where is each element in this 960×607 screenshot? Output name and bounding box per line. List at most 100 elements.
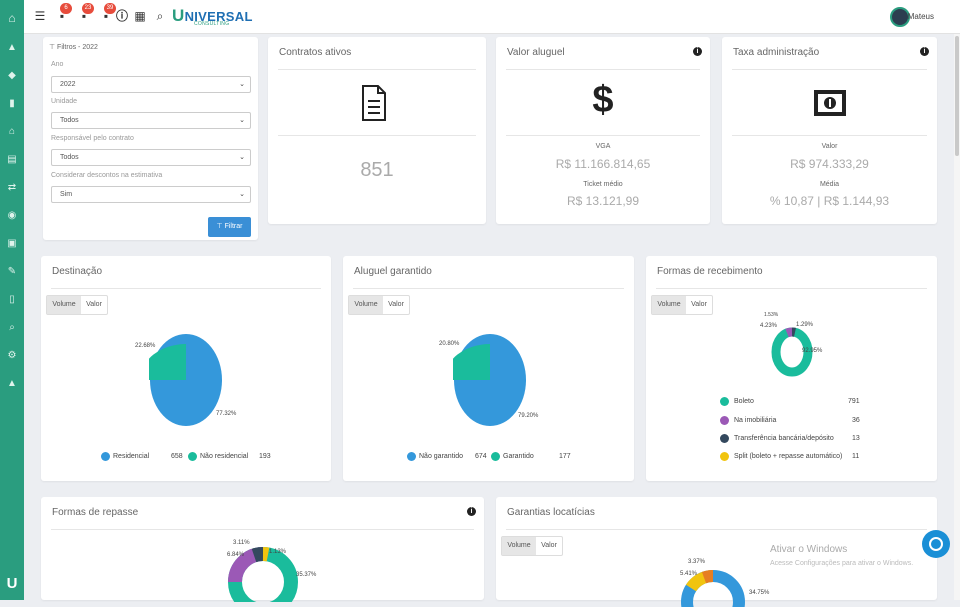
search-icon[interactable]: ⌕ xyxy=(0,318,24,338)
legend-value: 791 xyxy=(848,397,860,407)
garantido-pie xyxy=(453,333,527,427)
tab-volume[interactable]: Volume xyxy=(47,296,81,314)
vga-label: VGA xyxy=(496,143,710,150)
house-icon[interactable]: ⌂ xyxy=(0,122,24,142)
pie-label: 1.13% xyxy=(269,549,286,555)
money-icon[interactable]: ▣ xyxy=(0,234,24,254)
chevron-down-icon: ⌄ xyxy=(239,150,245,165)
divider xyxy=(278,69,476,70)
contratos-title: Contratos ativos xyxy=(279,47,351,58)
legend-dot xyxy=(491,452,500,461)
ano-label: Ano xyxy=(51,61,63,68)
legend-dot xyxy=(407,452,416,461)
chevron-down-icon: ⌄ xyxy=(239,113,245,128)
transfer-icon[interactable]: ⇄ xyxy=(0,178,24,198)
taxa-card: Taxa administração i Valor R$ 974.333,29… xyxy=(722,37,937,224)
pie-label: 1.53% xyxy=(764,312,778,318)
tab-volume[interactable]: Volume xyxy=(349,296,383,314)
alert-icon[interactable]: ▲ xyxy=(0,38,24,58)
pie-label: 5.41% xyxy=(680,571,697,577)
briefcase-icon[interactable]: ▪6 xyxy=(54,8,70,24)
donut-slice-imobiliaria xyxy=(787,332,792,333)
garantido-title: Aluguel garantido xyxy=(354,266,432,277)
share-icon[interactable]: ⚙ xyxy=(0,346,24,366)
chat-button[interactable] xyxy=(922,530,950,558)
legend-value: 13 xyxy=(852,434,860,444)
contratos-card: Contratos ativos 851 xyxy=(268,37,486,224)
divider xyxy=(353,288,624,289)
legend-value: 11 xyxy=(852,452,859,462)
legend-label: Boleto xyxy=(734,397,754,407)
vga-value: R$ 11.166.814,65 xyxy=(496,157,710,171)
legend-label: Split (boleto + repasse automático) xyxy=(734,452,842,462)
pie-label: 6.84% xyxy=(227,552,244,558)
ticket-label: Ticket médio xyxy=(496,181,710,188)
aluguel-card: Valor aluguel i $ VGA R$ 11.166.814,65 T… xyxy=(496,37,710,224)
repasse-card: Formas de repasse i 3.11% 6.84% 1.13% 35… xyxy=(41,497,484,600)
divider xyxy=(506,69,700,70)
media-label: Média xyxy=(722,181,937,188)
scrollbar-thumb[interactable] xyxy=(955,36,959,156)
info-icon[interactable]: ⓘ xyxy=(114,8,130,24)
responsavel-select[interactable]: Todos⌄ xyxy=(51,149,251,166)
pie-label: 4.23% xyxy=(760,323,777,329)
destinacao-pie xyxy=(149,333,223,427)
pie-slice-nao-residencial xyxy=(149,344,186,380)
tab-volume[interactable]: Volume xyxy=(652,296,686,314)
search-icon[interactable]: ⌕ xyxy=(152,8,168,24)
camera-icon[interactable]: ◉ xyxy=(0,206,24,226)
user-name[interactable]: Mateus xyxy=(908,12,934,21)
document-icon xyxy=(361,85,387,121)
filters-card: ⊤ Filtros - 2022 Ano 2022⌄ Unidade Todos… xyxy=(43,37,258,240)
tab-valor[interactable]: Valor xyxy=(686,296,712,314)
pie-label: 3.37% xyxy=(688,559,705,565)
chevron-down-icon: ⌄ xyxy=(239,77,245,92)
filter-button[interactable]: ⊤ Filtrar xyxy=(208,217,251,237)
building-icon[interactable]: ▮ xyxy=(0,94,24,114)
descontos-label: Considerar descontos na estimativa xyxy=(51,172,162,179)
tab-valor[interactable]: Valor xyxy=(536,537,562,555)
divider xyxy=(732,135,927,136)
legend-dot xyxy=(720,416,729,425)
pie-label: 22.68% xyxy=(135,343,155,349)
ano-select[interactable]: 2022⌄ xyxy=(51,76,251,93)
chart-tabs: Volume Valor xyxy=(46,295,108,315)
graduation-icon[interactable]: ▲ xyxy=(0,374,24,394)
chat-icon[interactable]: ▪23 xyxy=(76,8,92,24)
descontos-select[interactable]: Sim⌄ xyxy=(51,186,251,203)
dollar-icon: $ xyxy=(496,79,710,122)
divider xyxy=(51,529,474,530)
info-icon[interactable]: i xyxy=(920,47,929,56)
divider xyxy=(51,288,321,289)
contratos-value: 851 xyxy=(268,159,486,182)
divider xyxy=(278,135,476,136)
repasse-title: Formas de repasse xyxy=(52,507,138,518)
diamond-icon[interactable]: ◆ xyxy=(0,66,24,86)
donut-slice xyxy=(263,554,268,555)
pdf-icon[interactable]: ▪39 xyxy=(98,8,114,24)
windows-activation-text: Acesse Configurações para ativar o Windo… xyxy=(770,560,913,567)
pie-label: 20.80% xyxy=(439,341,459,347)
document-icon[interactable]: ▤ xyxy=(0,150,24,170)
brand-logo[interactable]: UNIVERSAL CONSULTING xyxy=(172,6,253,26)
legend-dot xyxy=(720,434,729,443)
tools-icon[interactable]: ✎ xyxy=(0,262,24,282)
scrollbar[interactable] xyxy=(954,34,960,600)
legend-value: 177 xyxy=(559,452,571,462)
info-icon[interactable]: i xyxy=(693,47,702,56)
home-icon[interactable]: ⌂ xyxy=(0,8,24,28)
file-icon[interactable]: ▯ xyxy=(0,290,24,310)
tab-volume[interactable]: Volume xyxy=(502,537,536,555)
garantias-card: Garantias locatícias Volume Valor 3.37% … xyxy=(496,497,937,600)
tab-valor[interactable]: Valor xyxy=(383,296,409,314)
grid-icon[interactable]: ▦ xyxy=(132,8,148,24)
info-icon[interactable]: i xyxy=(467,507,476,516)
tab-valor[interactable]: Valor xyxy=(81,296,107,314)
unidade-select[interactable]: Todos⌄ xyxy=(51,112,251,129)
responsavel-label: Responsável pelo contrato xyxy=(51,135,134,142)
pie-label: 79.20% xyxy=(518,413,538,419)
sidebar-logo[interactable]: U xyxy=(4,576,20,592)
menu-icon[interactable]: ☰ xyxy=(32,8,48,24)
legend-dot xyxy=(188,452,197,461)
legend-label: Não garantido xyxy=(419,452,463,462)
